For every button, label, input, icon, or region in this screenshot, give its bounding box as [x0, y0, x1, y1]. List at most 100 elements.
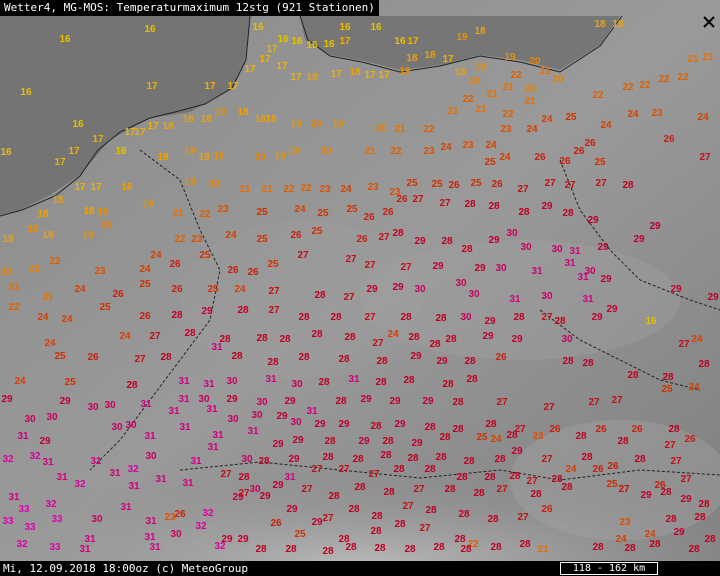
station-temperature: 28 [561, 482, 573, 493]
station-temperature: 19 [456, 32, 468, 43]
station-temperature: 26 [549, 424, 561, 435]
station-temperature: 29 [633, 234, 645, 245]
station-temperature: 26 [396, 194, 408, 205]
station-temperature: 19 [288, 146, 300, 157]
station-temperature: 25 [199, 250, 211, 261]
station-temperature: 28 [668, 424, 680, 435]
station-temperature: 30 [256, 397, 268, 408]
station-temperature: 29 [292, 435, 304, 446]
station-temperature: 29 [276, 411, 288, 422]
station-temperature: 21 [486, 89, 498, 100]
station-temperature: 28 [464, 199, 476, 210]
station-temperature: 25 [470, 178, 482, 189]
station-temperature: 28 [429, 339, 441, 350]
station-temperature: 18 [37, 209, 49, 220]
station-temperature: 31 [207, 442, 219, 453]
close-icon[interactable] [703, 16, 715, 28]
station-temperature: 31 [90, 456, 102, 467]
station-temperature: 24 [600, 120, 612, 131]
station-temperature: 16 [277, 34, 289, 45]
station-temperature: 25 [99, 302, 111, 313]
station-temperature: 17 [364, 70, 376, 81]
station-temperature: 28 [171, 310, 183, 321]
station-temperature: 27 [311, 464, 323, 475]
station-temperature: 21 [447, 106, 459, 117]
station-temperature: 30 [111, 422, 123, 433]
station-temperature: 22 [199, 209, 211, 220]
station-temperature: 29 [338, 419, 350, 430]
station-temperature: 33 [24, 522, 36, 533]
station-temperature: 16 [394, 36, 406, 47]
station-temperature: 25 [476, 432, 488, 443]
station-temperature: 28 [322, 452, 334, 463]
station-temperature: 28 [688, 544, 700, 555]
station-temperature: 24 [688, 382, 700, 393]
station-temperature: 29 [237, 534, 249, 545]
station-temperature: 27 [402, 501, 414, 512]
station-temperature: 29 [488, 235, 500, 246]
station-temperature: 28 [634, 454, 646, 465]
station-temperature: 27 [595, 178, 607, 189]
station-temperature: 29 [482, 331, 494, 342]
station-temperature: 30 [460, 312, 472, 323]
weather-map: Wetter4, MG-MOS: Temperaturmaximum 12stg… [0, 0, 720, 576]
station-temperature: 26 [541, 504, 553, 515]
station-temperature: 17 [259, 54, 271, 65]
station-temperature: 30 [290, 417, 302, 428]
station-temperature: 26 [595, 424, 607, 435]
station-temperature: 31 [564, 258, 576, 269]
station-temperature: 30 [541, 291, 553, 302]
station-temperature: 21 [42, 292, 54, 303]
station-temperature: 23 [500, 124, 512, 135]
station-temperature: 28 [442, 379, 454, 390]
station-temperature: 22 [423, 124, 435, 135]
station-temperature: 31 [265, 374, 277, 385]
station-temperature: 27 [220, 469, 232, 480]
station-temperature: 20 [469, 76, 481, 87]
station-temperature: 28 [627, 370, 639, 381]
station-temperature: 26 [491, 179, 503, 190]
station-temperature: 28 [444, 484, 456, 495]
station-temperature: 30 [468, 289, 480, 300]
station-temperature: 28 [383, 487, 395, 498]
station-temperature: 28 [258, 456, 270, 467]
station-temperature: 16 [252, 22, 264, 33]
station-temperature: 25 [64, 377, 76, 388]
station-temperature: 26 [356, 234, 368, 245]
station-temperature: 28 [375, 377, 387, 388]
station-temperature: 26 [87, 352, 99, 363]
station-temperature: 26 [247, 267, 259, 278]
station-temperature: 19 [214, 107, 226, 118]
station-temperature: 29 [707, 292, 719, 303]
station-temperature: 32 [127, 464, 139, 475]
station-temperature: 24 [691, 334, 703, 345]
station-temperature: 16 [339, 22, 351, 33]
station-temperature: 30 [104, 400, 116, 411]
station-temperature: 28 [298, 312, 310, 323]
station-temperature: 31 [203, 379, 215, 390]
station-temperature: 23 [367, 182, 379, 193]
station-temperature: 16 [645, 316, 657, 327]
station-temperature: 28 [649, 539, 661, 550]
station-temperature: 26 [684, 434, 696, 445]
station-temperature: 32 [2, 454, 14, 465]
station-temperature: 28 [506, 430, 518, 441]
station-temperature: 28 [464, 356, 476, 367]
station-temperature: 32 [202, 508, 214, 519]
station-temperature: 26 [171, 284, 183, 295]
station-temperature: 24 [61, 314, 73, 325]
station-temperature: 28 [441, 236, 453, 247]
station-temperature: 17 [227, 81, 239, 92]
station-temperature: 28 [370, 421, 382, 432]
station-temperature: 31 [179, 422, 191, 433]
station-temperature: 21 [687, 54, 699, 65]
station-temperature: 27 [378, 232, 390, 243]
station-temperature: 28 [592, 542, 604, 553]
station-temperature: 18 [200, 114, 212, 125]
station-temperature: 26 [112, 289, 124, 300]
station-temperature: 29 [587, 215, 599, 226]
station-temperature: 28 [435, 313, 447, 324]
station-temperature: 19 [474, 62, 486, 73]
station-temperature: 26 [607, 461, 619, 472]
station-temperature: 29 [680, 494, 692, 505]
